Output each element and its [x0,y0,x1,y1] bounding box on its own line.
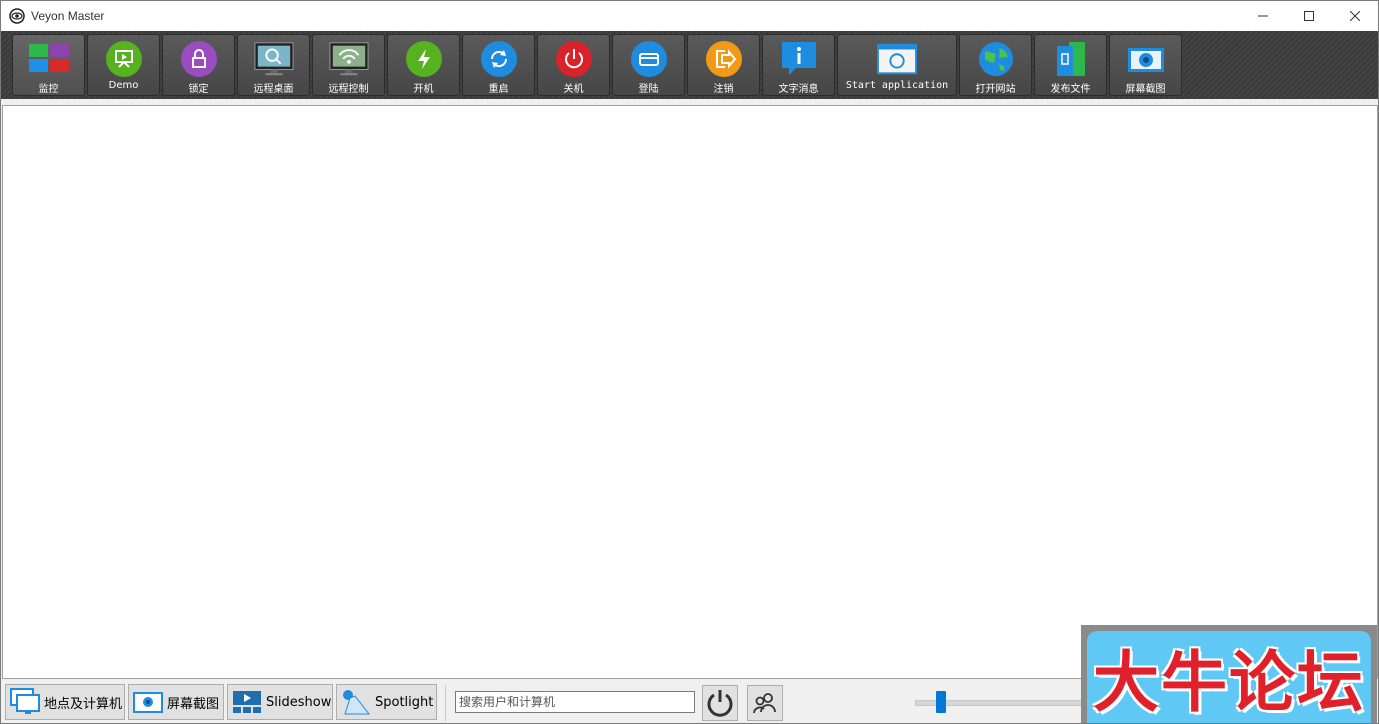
computer-monitoring-area[interactable] [2,105,1378,679]
reboot-icon [480,41,517,77]
toolbar-label: 登陆 [638,84,659,95]
toolbar-reboot-button[interactable]: 重启 [462,34,535,96]
maximize-button[interactable] [1286,1,1332,31]
toolbar-power-off-button[interactable]: 关机 [537,34,610,96]
toolbar-label: 打开网站 [975,84,1016,95]
toolbar-label: 屏幕截图 [1125,84,1166,95]
toolbar-label: Start application [845,80,949,91]
title-bar: Veyon Master [1,1,1378,31]
toolbar-label: Demo [108,80,139,91]
monitoring-icon [28,44,69,72]
app-window: Veyon Master 监控 Demo 锁定 远程桌面 远程控制 开机 重启 … [0,0,1379,724]
spotlight-button[interactable]: Spotlight [336,684,437,720]
slideshow-icon [233,691,261,713]
open-website-icon [978,42,1013,76]
toolbar-start-application-button[interactable]: Start application [837,34,957,96]
locations-computers-label: 地点及计算机 [44,696,123,712]
watermark-banner: 大牛论坛 [1087,631,1371,723]
slideshow-label: Slideshow [266,694,332,710]
lock-icon [180,41,217,77]
spotlight-icon [343,690,371,715]
slideshow-button[interactable]: Slideshow [227,684,333,720]
minimize-button[interactable] [1240,1,1286,31]
toolbar-label: 远程桌面 [253,84,294,95]
toolbar-file-transfer-button[interactable]: 发布文件 [1034,34,1107,96]
toolbar-label: 重启 [488,84,509,95]
file-transfer-icon [1056,42,1085,76]
screenshots-button[interactable]: 屏幕截图 [128,684,224,720]
computer-monitor-icon [10,688,40,714]
toolbar-text-message-button[interactable]: 文字消息 [762,34,835,96]
locations-computers-button[interactable]: 地点及计算机 [5,684,125,720]
toolbar-monitoring-button[interactable]: 监控 [12,34,85,96]
toolbar-label: 锁定 [188,84,209,95]
close-icon [1350,11,1360,21]
zoom-slider-thumb[interactable] [935,691,946,713]
maximize-icon [1304,11,1314,21]
user-login-info-button[interactable] [747,685,783,721]
toolbar-label: 发布文件 [1050,84,1091,95]
start-application-icon [877,43,917,75]
demo-icon [105,41,142,77]
window-title: Veyon Master [31,9,105,23]
power-off-icon [555,41,592,77]
screenshot-icon [1127,48,1164,72]
users-icon [753,693,776,714]
text-message-icon [781,42,816,75]
screenshots-label: 屏幕截图 [167,696,220,712]
remote-view-icon [253,42,294,76]
spotlight-label: Spotlight [375,694,434,710]
veyon-eye-icon [9,8,25,24]
camera-icon [133,692,163,713]
toolbar-remote-control-button[interactable]: 远程控制 [312,34,385,96]
search-input[interactable] [455,691,695,713]
toolbar-open-website-button[interactable]: 打开网站 [959,34,1032,96]
toolbar-label: 远程控制 [328,84,369,95]
watermark-text: 大牛论坛 [1093,644,1365,721]
toolbar-lock-button[interactable]: 锁定 [162,34,235,96]
minimize-icon [1258,15,1268,17]
toolbar-demo-button[interactable]: Demo [87,34,160,96]
close-button[interactable] [1332,1,1378,31]
toolbar-label: 注销 [713,84,734,95]
toolbar-label: 文字消息 [778,84,819,95]
toolbar-label: 监控 [38,84,59,95]
remote-control-icon [328,42,369,76]
toolbar-label: 关机 [563,84,584,95]
power-on-icon [405,41,442,77]
toolbar-logout-button[interactable]: 注销 [687,34,760,96]
toolbar-login-button[interactable]: 登陆 [612,34,685,96]
login-icon [630,41,667,77]
power-down-all-button[interactable] [702,685,738,721]
toolbar-label: 开机 [413,84,434,95]
power-icon [707,690,733,717]
toolbar-screenshot-button[interactable]: 屏幕截图 [1109,34,1182,96]
logout-icon [705,41,742,77]
watermark-overlay: 大牛论坛 [1081,625,1377,723]
toolbar-power-on-button[interactable]: 开机 [387,34,460,96]
status-bar-separator [445,685,446,721]
toolbar-remote-view-button[interactable]: 远程桌面 [237,34,310,96]
feature-toolbar: 监控 Demo 锁定 远程桌面 远程控制 开机 重启 关机 登陆 注销 文字消息… [1,31,1378,99]
